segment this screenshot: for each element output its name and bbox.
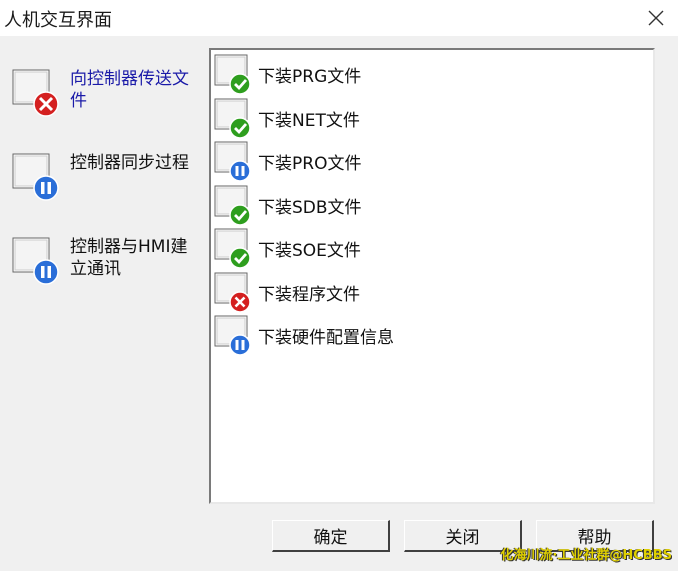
download-list[interactable]: 下装PRG文件 下装NET文件 下装PRO文件 下装SDB文件 下装SOE文件 … (209, 48, 655, 504)
list-item-label: 下装SDB文件 (258, 198, 362, 218)
step-status-icon (12, 152, 60, 202)
pending-icon (214, 141, 254, 183)
watermark: 化海川流·工业社群@HCBBS (500, 548, 672, 563)
error-icon (214, 272, 254, 314)
list-item[interactable]: 下装硬件配置信息 (214, 315, 634, 357)
list-item-label: 下装硬件配置信息 (258, 328, 394, 348)
list-item[interactable]: 下装PRG文件 (214, 54, 634, 96)
step-panel: 向控制器传送文件 控制器同步过程 控制器与HMI建立通讯 (0, 36, 205, 571)
window-title: 人机交互界面 (4, 10, 112, 31)
list-item[interactable]: 下装NET文件 (214, 98, 634, 140)
ok-button[interactable]: 确定 (272, 520, 390, 552)
list-item[interactable]: 下装SOE文件 (214, 228, 634, 270)
list-item[interactable]: 下装PRO文件 (214, 141, 634, 183)
step-label: 控制器与HMI建立通讯 (70, 237, 188, 279)
list-item-label: 下装PRO文件 (258, 154, 362, 174)
success-icon (214, 228, 254, 270)
step-controller-sync: 控制器同步过程 (12, 152, 202, 208)
title-bar: 人机交互界面 (0, 0, 678, 36)
step-hmi-connect: 控制器与HMI建立通讯 (12, 236, 202, 292)
success-icon (214, 98, 254, 140)
list-item-label: 下装PRG文件 (258, 67, 362, 87)
step-label: 向控制器传送文件 (70, 69, 189, 111)
list-item[interactable]: 下装SDB文件 (214, 185, 634, 227)
list-item[interactable]: 下装程序文件 (214, 272, 634, 314)
success-icon (214, 54, 254, 96)
list-item-label: 下装NET文件 (258, 111, 360, 131)
success-icon (214, 185, 254, 227)
step-status-icon (12, 68, 60, 118)
step-label: 控制器同步过程 (70, 153, 189, 173)
close-icon (648, 10, 664, 26)
step-status-icon (12, 236, 60, 286)
list-item-label: 下装SOE文件 (258, 241, 361, 261)
close-button[interactable] (642, 4, 670, 32)
step-transfer-files: 向控制器传送文件 (12, 68, 202, 124)
list-item-label: 下装程序文件 (258, 285, 360, 305)
pending-icon (214, 315, 254, 357)
